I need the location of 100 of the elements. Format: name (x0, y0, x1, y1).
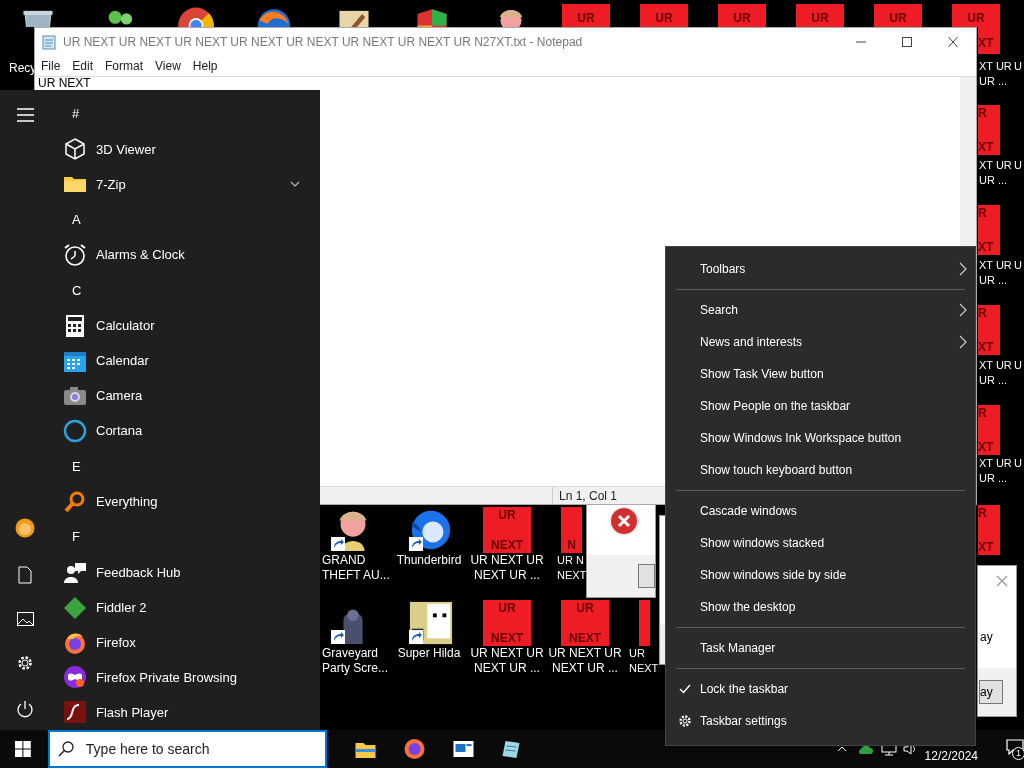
menu-item[interactable]: Task Manager (666, 632, 975, 664)
menu-item[interactable]: Show touch keyboard button (666, 454, 975, 486)
menu-item[interactable]: Edit (66, 57, 100, 75)
icon-label: XT UR UR ... (979, 456, 1012, 486)
notepad-icon (41, 34, 57, 50)
icon-label: GRAND THEFT AU... (322, 553, 390, 583)
menu-item[interactable]: Show windows stacked (666, 527, 975, 559)
window-title: UR NEXT UR NEXT UR NEXT UR NEXT UR NEXT UR NEXT UR NEXT UR N27XT.txt - Notepad (63, 34, 583, 51)
menu-item[interactable]: Toolbars (666, 253, 975, 285)
app-list-item[interactable]: 3D Viewer (50, 131, 320, 167)
windows-logo-icon[interactable] (15, 741, 31, 757)
tile-text: XT (978, 141, 994, 153)
app-list-item[interactable]: Cortana (50, 413, 320, 449)
chevron-up-icon[interactable] (836, 746, 847, 752)
app-list-item[interactable]: Flash Player (50, 694, 320, 730)
tile-text: XT (978, 37, 994, 49)
diamond-icon (63, 595, 87, 620)
tile-text: UR (576, 602, 594, 614)
app-list-item[interactable]: Fiddler 2 (50, 590, 320, 626)
tile-text: UR (498, 602, 516, 614)
tile-text: UR (577, 12, 595, 24)
menu-icon[interactable] (16, 108, 34, 122)
flash-icon (63, 700, 87, 725)
app-list-item[interactable]: Calculator (50, 308, 320, 344)
search-field[interactable]: Type here to search (47, 730, 327, 768)
firefox-icon (63, 630, 87, 655)
dialog-button[interactable]: ay (979, 680, 1003, 704)
document-icon[interactable] (18, 566, 32, 584)
app-list-item[interactable]: Firefox (50, 625, 320, 660)
app-list-item[interactable]: Alarms & Clock (50, 237, 320, 273)
app-list-item[interactable]: Firefox Private Browsing (50, 660, 320, 695)
cloud-icon[interactable] (856, 743, 873, 755)
icon-label: U (1014, 59, 1022, 74)
tile-text: R (978, 507, 987, 519)
alarm-clock-icon (63, 243, 87, 268)
settings-icon[interactable] (16, 654, 34, 672)
menu-item[interactable]: Search (666, 294, 975, 326)
icon-label: UR NEXT UR NEXT UR ... (469, 553, 545, 583)
menu-item[interactable]: Help (186, 57, 224, 75)
tile-text: UR (967, 12, 985, 24)
avatar-icon[interactable] (15, 518, 35, 538)
pictures-icon[interactable] (16, 612, 34, 626)
search-icon (57, 741, 74, 757)
icon-label: UR NEXT UR NEXT UR ... (469, 646, 545, 676)
calendar-icon (63, 349, 87, 374)
tile-text: UR (655, 12, 673, 24)
section-letter: E (72, 457, 81, 476)
menu-item[interactable]: Show People on the taskbar (666, 390, 975, 422)
close-icon[interactable] (947, 37, 959, 47)
file-tile[interactable] (639, 600, 650, 646)
app-list-item[interactable]: Everything (50, 484, 320, 520)
tile-text: NEXT (491, 632, 523, 644)
calculator-icon (63, 314, 87, 339)
app-list-item[interactable]: Camera (50, 378, 320, 414)
tile-text: R (978, 307, 987, 319)
app-list-item[interactable]: Feedback Hub (50, 555, 320, 591)
icon-label: U (1014, 358, 1022, 373)
icon-label: Super Hilda (396, 646, 462, 661)
tile-text: UR (498, 509, 516, 521)
icon-label: XT UR UR ... (979, 59, 1012, 89)
app-list-item[interactable]: Calendar (50, 343, 320, 379)
icon-label: U (1014, 456, 1022, 471)
tile-text: R (978, 107, 987, 119)
app-list-item[interactable]: 7-Zip (50, 166, 320, 202)
tile-text: R (978, 407, 987, 419)
menu-item[interactable]: Show Windows Ink Workspace button (666, 422, 975, 454)
menu-item[interactable]: Cascade windows (666, 495, 975, 527)
tile-text: XT (978, 541, 994, 553)
mask-icon (63, 665, 87, 690)
section-letter: C (72, 281, 82, 300)
icon-label: Thunderbird (395, 553, 463, 568)
menu-item[interactable]: File (35, 57, 67, 75)
people-chat-icon (63, 560, 87, 585)
icon-label: Graveyard Party Scre... (322, 646, 389, 676)
menu-item[interactable]: News and interests (666, 326, 975, 358)
section-letter: A (72, 211, 81, 230)
tile-text: XT (978, 441, 994, 453)
power-icon[interactable] (16, 700, 34, 718)
section-letter: F (72, 528, 80, 547)
icon-label: UR NEXT UR NEXT UR ... (547, 646, 623, 676)
menu-item[interactable]: Lock the taskbar (666, 673, 975, 705)
menu-item[interactable]: Format (99, 57, 150, 75)
dialog-button[interactable] (638, 564, 655, 588)
menu-item[interactable]: Show Task View button (666, 358, 975, 390)
tile-text: NEXT (491, 539, 523, 551)
dialog-text: ay (980, 629, 993, 646)
menu-item[interactable]: Taskbar settings (666, 705, 975, 737)
cube-icon (63, 137, 87, 162)
icon-label: UR NEXT (629, 646, 659, 676)
settings-icon (678, 714, 692, 728)
icon-label: U (1014, 258, 1022, 273)
date-text[interactable]: 12/2/2024 (924, 747, 978, 765)
menu-item[interactable]: Show windows side by side (666, 559, 975, 591)
icon-label: XT UR UR ... (979, 258, 1012, 288)
menu-item[interactable]: Show the desktop (666, 591, 975, 623)
icon-label: UR N NEXT (557, 553, 587, 583)
icon-label: XT UR UR ... (979, 158, 1012, 188)
maximize-icon[interactable] (901, 37, 913, 47)
menu-item[interactable]: View (149, 57, 187, 75)
tile-text: UR (811, 12, 829, 24)
